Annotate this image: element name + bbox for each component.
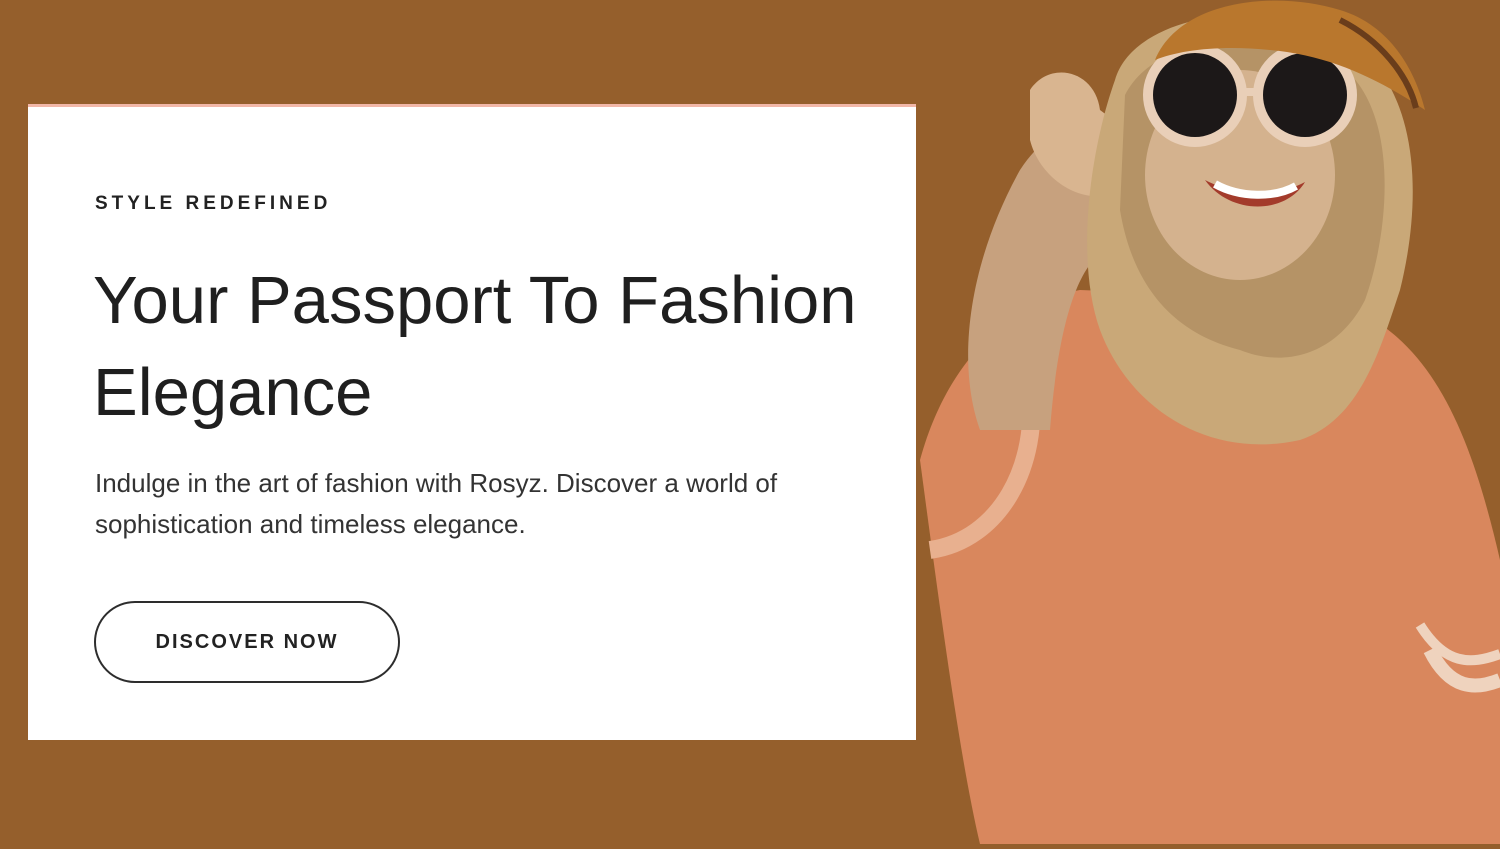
hero-description: Indulge in the art of fashion with Rosyz… [95, 463, 885, 545]
hero-card: STYLE REDEFINED Your Passport To Fashion… [28, 104, 916, 740]
hero-headline: Your Passport To Fashion Elegance [93, 255, 873, 439]
hero-headline-line-2: Elegance [93, 355, 373, 430]
model-photo [910, 0, 1500, 844]
hero-headline-line-1: Your Passport To Fashion [93, 263, 857, 338]
hero-eyebrow: STYLE REDEFINED [95, 193, 332, 214]
discover-now-button[interactable]: DISCOVER NOW [94, 601, 400, 683]
hero-description-line-2: sophistication and timeless elegance. [95, 509, 526, 539]
hero-description-line-1: Indulge in the art of fashion with Rosyz… [95, 468, 778, 498]
